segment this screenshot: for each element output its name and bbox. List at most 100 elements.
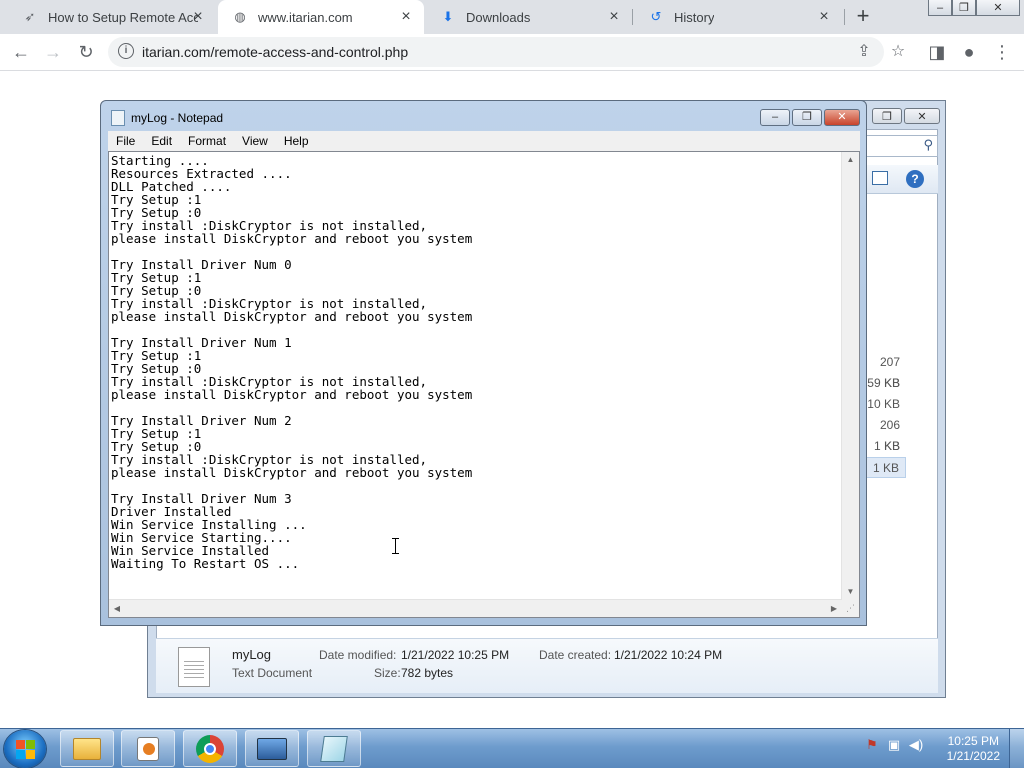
tab-downloads[interactable]: ⬇ Downloads × [426, 0, 632, 34]
tab-itarian-home[interactable]: ◍ www.itarian.com × [218, 0, 424, 34]
menu-edit[interactable]: Edit [143, 134, 180, 148]
tab-separator [632, 9, 633, 25]
taskbar-remote-desktop[interactable] [245, 730, 299, 767]
back-icon[interactable]: ← [9, 40, 33, 64]
vertical-scrollbar[interactable]: ▲ ▼ [841, 152, 859, 600]
clock-time: 10:25 PM [947, 734, 999, 748]
date-created-value: 1/21/2022 10:24 PM [614, 648, 723, 662]
file-size: 206 KB [879, 418, 900, 453]
tab-title: Downloads [466, 9, 531, 25]
explorer-close-button[interactable]: ✕ [904, 108, 940, 124]
close-tab-icon[interactable]: × [398, 9, 414, 25]
new-tab-button[interactable]: + [852, 5, 874, 27]
taskbar-chrome[interactable] [183, 730, 237, 767]
file-size: 1 KB [873, 439, 900, 453]
minimize-button[interactable]: – [760, 109, 790, 126]
side-panel-icon[interactable]: ◨ [925, 40, 949, 64]
file-type: Text Document [232, 666, 313, 680]
taskbar-media-player[interactable] [121, 730, 175, 767]
menu-view[interactable]: View [234, 134, 276, 148]
maximize-button[interactable]: ❐ [792, 109, 822, 126]
file-size: 207 KB [879, 355, 900, 390]
windows-logo-icon [16, 740, 35, 759]
notepad-window-controls: – ❐ ✕ [758, 109, 860, 126]
file-size: 59 KB [867, 376, 900, 390]
text-document-icon [178, 647, 210, 687]
notepad-app-icon [111, 110, 125, 126]
action-center-flag-icon[interactable]: ⚑ [864, 737, 880, 753]
close-tab-icon[interactable]: × [816, 9, 832, 25]
globe-icon: ◍ [234, 9, 246, 24]
bookmark-star-icon[interactable]: ☆ [888, 42, 908, 62]
taskbar-explorer[interactable] [60, 730, 114, 767]
reload-icon[interactable]: ↻ [74, 40, 98, 64]
chrome-icon [196, 734, 224, 763]
scroll-up-icon[interactable]: ▲ [842, 152, 859, 168]
size-label: Size: [374, 666, 401, 680]
media-player-icon [137, 736, 159, 761]
notepad-window: myLog - Notepad – ❐ ✕ File Edit Format V… [100, 100, 867, 626]
date-modified-value: 1/21/2022 10:25 PM [401, 648, 510, 662]
address-bar[interactable]: i itarian.com/remote-access-and-control.… [108, 37, 905, 67]
horizontal-scrollbar[interactable]: ◀ ▶ [109, 599, 842, 617]
explorer-search-box[interactable]: ⚲ [866, 135, 938, 157]
menu-kebab-icon[interactable]: ⋮ [990, 40, 1014, 64]
notepad-title: myLog - Notepad [131, 111, 224, 125]
menu-help[interactable]: Help [276, 134, 317, 148]
url-text[interactable]: itarian.com/remote-access-and-control.ph… [142, 44, 408, 60]
scroll-left-icon[interactable]: ◀ [109, 600, 125, 617]
file-size-selected[interactable]: 1 KB [866, 457, 906, 478]
download-icon: ⬇ [442, 9, 454, 24]
tab-title: www.itarian.com [258, 9, 353, 25]
show-desktop-button[interactable] [1009, 729, 1024, 768]
close-tab-icon[interactable]: × [606, 9, 622, 25]
notepad-text-content[interactable]: Starting .... Resources Extracted .... D… [111, 154, 841, 600]
minimize-button[interactable]: – [928, 0, 952, 16]
site-info-icon[interactable]: i [118, 43, 134, 59]
scroll-right-icon[interactable]: ▶ [826, 600, 842, 617]
folder-icon [73, 737, 101, 760]
explorer-restore-button[interactable]: ❐ [872, 108, 902, 124]
notepad-menubar: File Edit Format View Help [108, 131, 860, 151]
file-size: 10 KB [867, 397, 900, 411]
tab-title: How to Setup Remote Acce [48, 9, 198, 25]
browser-window-controls: – ❐ ✕ [928, 0, 1020, 18]
help-icon[interactable]: ? [906, 170, 924, 188]
scroll-down-icon[interactable]: ▼ [842, 584, 859, 600]
explorer-details-pane: myLog Text Document Date modified: 1/21/… [156, 638, 938, 693]
volume-icon[interactable]: ◀) [908, 737, 924, 753]
tab-history[interactable]: ↺ History × [634, 0, 842, 34]
restore-button[interactable]: ❐ [952, 0, 976, 16]
tab-separator [844, 9, 845, 25]
taskbar-clock[interactable]: 10:25 PM 1/21/2022 [947, 734, 1000, 764]
browser-toolbar: ← → ↻ i itarian.com/remote-access-and-co… [0, 34, 1024, 71]
size-value: 782 bytes [401, 666, 454, 680]
menu-file[interactable]: File [108, 134, 143, 148]
share-icon[interactable]: ⇪ [854, 42, 874, 62]
text-cursor-icon [392, 538, 400, 554]
menu-format[interactable]: Format [180, 134, 234, 148]
browser-tab-strip: ➶ How to Setup Remote Acce × ◍ www.itari… [0, 0, 1024, 34]
windows-taskbar: ⚑ ▣ ◀) 10:25 PM 1/21/2022 [0, 728, 1024, 768]
date-created-label: Date created: [539, 648, 612, 662]
forward-icon[interactable]: → [41, 40, 65, 64]
close-button[interactable]: ✕ [824, 109, 860, 126]
profile-avatar-icon[interactable]: ● [957, 40, 981, 64]
start-button[interactable] [4, 730, 46, 768]
date-modified-label: Date modified: [319, 648, 397, 662]
resize-grip-icon[interactable]: ⋰ [842, 600, 859, 617]
notepad-edit-area[interactable]: Starting .... Resources Extracted .... D… [108, 151, 860, 618]
taskbar-notepad[interactable] [307, 730, 361, 767]
explorer-window-controls: ❐ ✕ [872, 108, 940, 126]
close-tab-icon[interactable]: × [190, 9, 206, 25]
system-tray: ⚑ ▣ ◀) [864, 737, 924, 753]
preview-pane-icon[interactable] [872, 171, 888, 185]
search-icon: ⚲ [923, 137, 933, 152]
tab-itarian-guide[interactable]: ➶ How to Setup Remote Acce × [8, 0, 216, 34]
clock-date: 1/21/2022 [946, 749, 1000, 763]
network-icon[interactable]: ▣ [886, 737, 902, 753]
remote-desktop-icon [257, 737, 287, 760]
notepad-icon [320, 735, 348, 762]
history-icon: ↺ [650, 9, 662, 24]
close-window-button[interactable]: ✕ [976, 0, 1020, 16]
